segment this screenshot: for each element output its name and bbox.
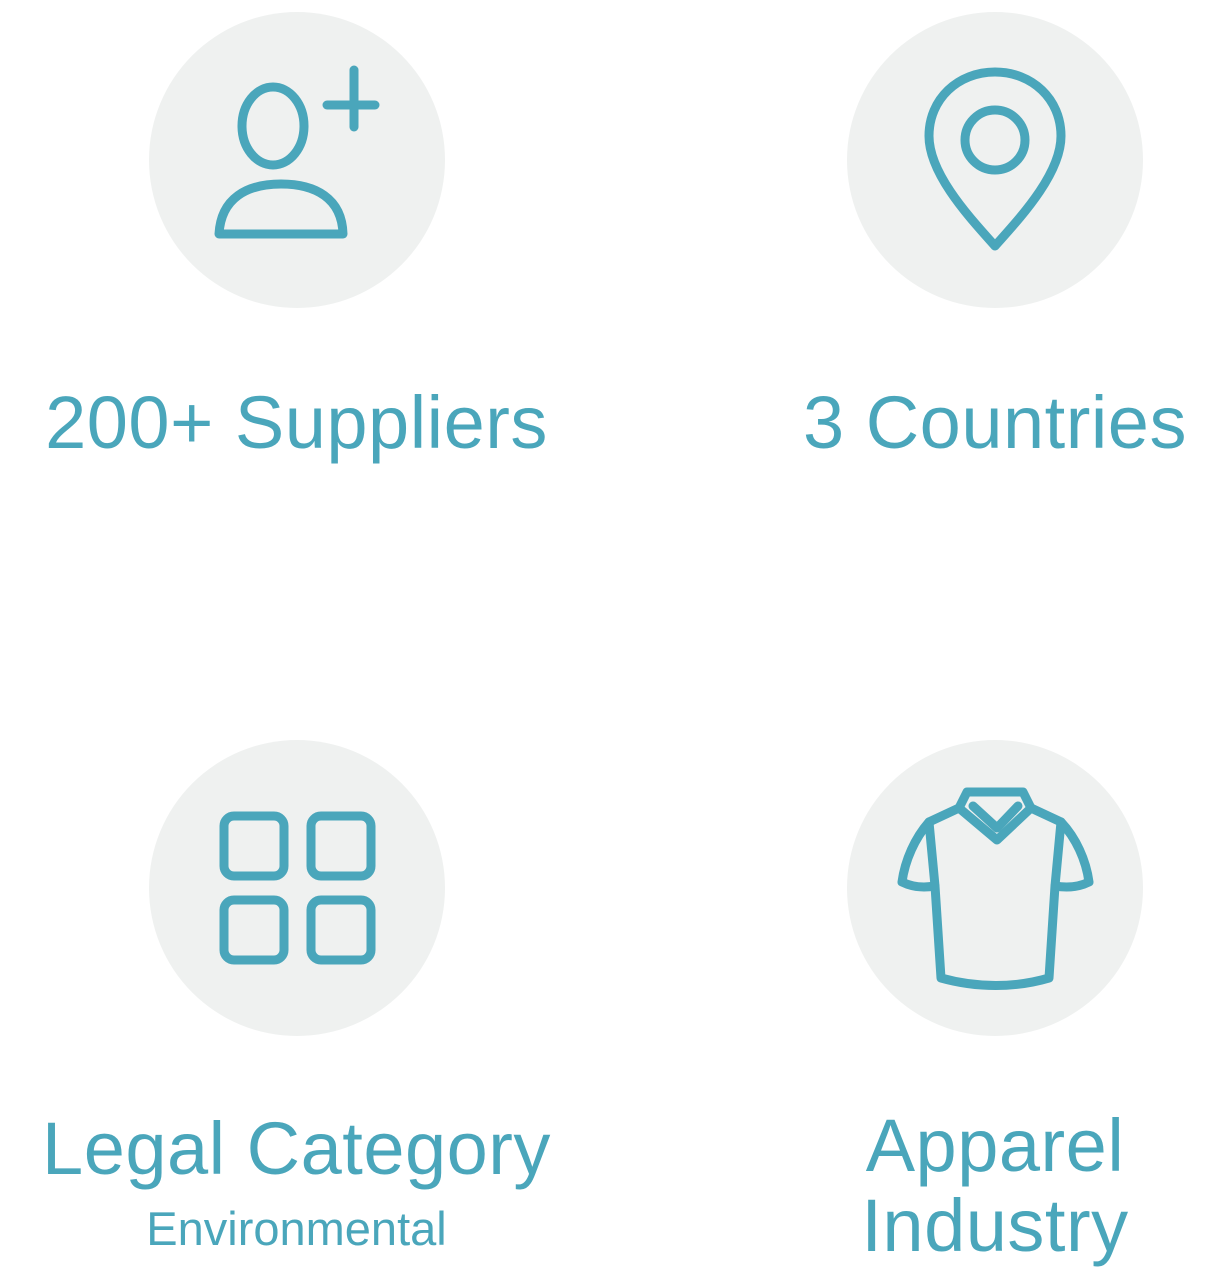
grid-icon [219, 811, 375, 965]
stat-suppliers: 200+ Suppliers [0, 12, 593, 465]
stat-label: 3 Countries [803, 381, 1187, 464]
stat-label: Apparel Industry [861, 1106, 1128, 1266]
stat-sublabel: Environmental [146, 1202, 447, 1256]
icon-circle [847, 12, 1143, 308]
stat-apparel-industry: Apparel Industry [695, 740, 1209, 1266]
icon-circle [148, 12, 445, 308]
add-user-icon [214, 65, 379, 239]
stat-legal-category: Legal Category Environmental [0, 740, 593, 1257]
shirt-icon [897, 787, 1094, 990]
stat-label-line: Industry [861, 1183, 1129, 1267]
icon-circle [847, 740, 1143, 1036]
location-pin-icon [924, 67, 1066, 251]
stat-label-line: Apparel [865, 1104, 1125, 1187]
icon-circle [148, 740, 445, 1036]
stat-label: 200+ Suppliers [45, 381, 548, 464]
stat-label: Legal Category [42, 1107, 551, 1190]
stat-countries: 3 Countries [695, 12, 1209, 465]
